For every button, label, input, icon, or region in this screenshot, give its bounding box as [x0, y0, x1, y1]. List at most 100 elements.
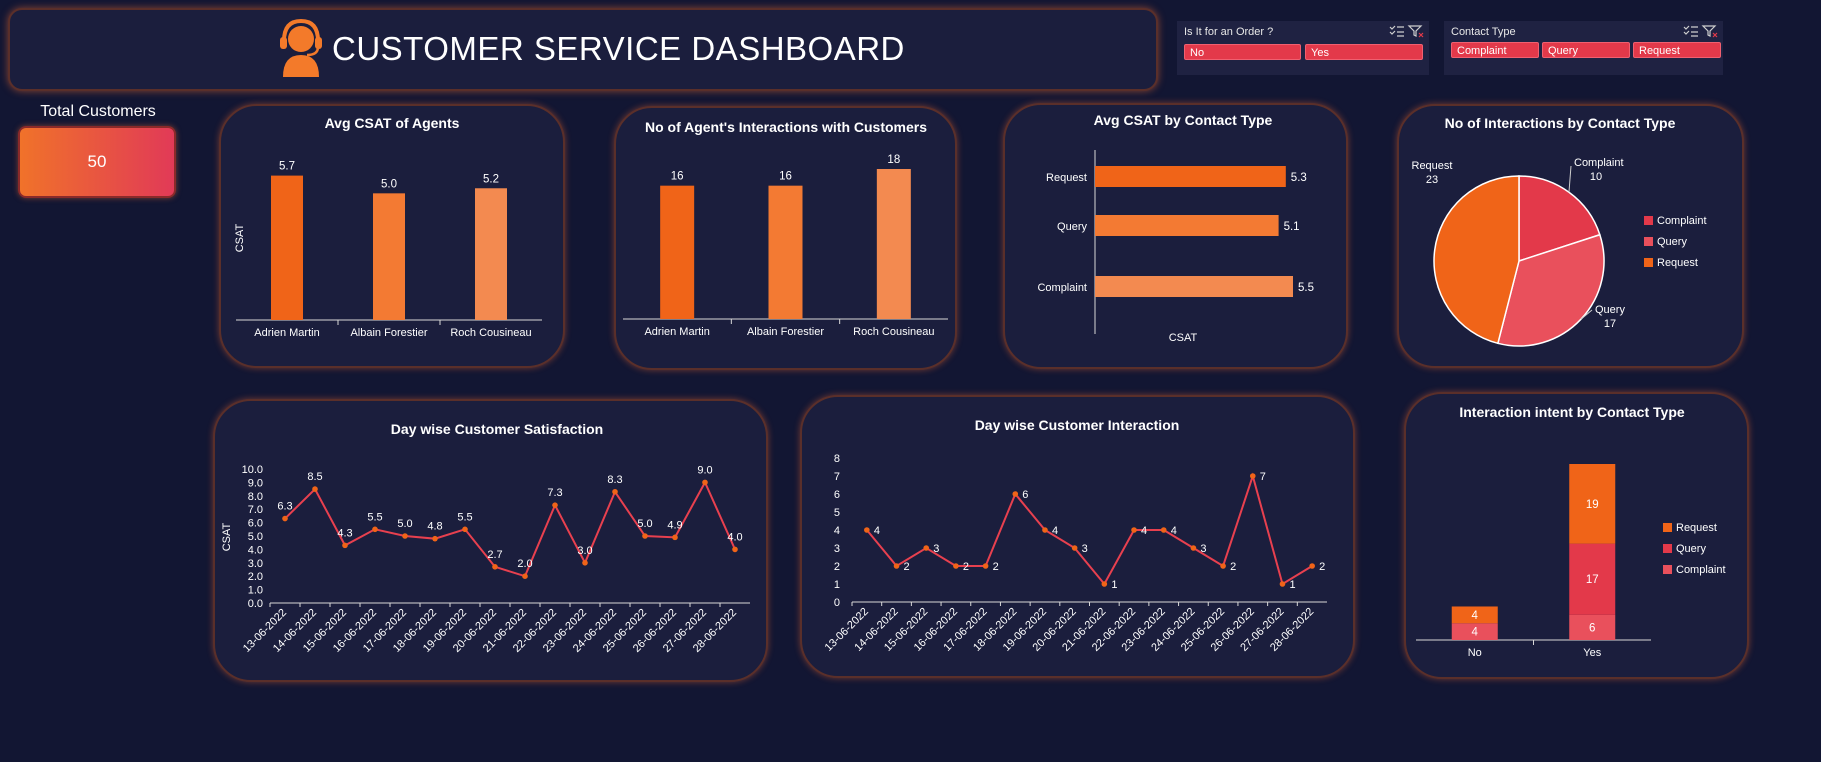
data-point: [642, 533, 648, 539]
data-point: [1071, 545, 1078, 551]
series-line: [866, 472, 1313, 586]
pie-category-label: Complaint: [1574, 157, 1624, 169]
multi-select-icon[interactable]: [1389, 25, 1404, 37]
bar: [876, 169, 911, 319]
clear-filter-icon[interactable]: [1701, 25, 1718, 38]
data-label: 5.5: [1298, 282, 1314, 294]
data-label: 3: [1082, 543, 1088, 555]
data-label: 2.0: [517, 558, 532, 570]
bar: [1095, 276, 1293, 297]
y-tick-label: Complaint: [1037, 282, 1087, 294]
slicer-contact-type: Contact Type Complaint Query Request: [1444, 21, 1723, 75]
legend-label: Query: [1676, 543, 1706, 555]
data-label: 6: [1589, 622, 1595, 634]
data-point: [732, 546, 738, 553]
data-label: 5.7: [279, 161, 295, 173]
y-tick-label: 5: [834, 507, 840, 519]
slicer-title: Contact Type: [1451, 26, 1516, 38]
x-tick-label: Yes: [1583, 647, 1601, 659]
y-axis-label: CSAT: [234, 223, 246, 252]
data-point: [1279, 581, 1286, 587]
data-label: 2.7: [487, 549, 502, 561]
x-tick-label: Albain Forestier: [350, 327, 427, 339]
data-label: 5.0: [637, 518, 652, 530]
data-label: 2: [963, 561, 969, 573]
y-tick-label: 9.0: [248, 477, 263, 489]
chart-svg: Avg CSAT of Agents CSAT 5.7 Adrien Martin 5.…: [234, 115, 542, 339]
slicer-is-for-order: Is It for an Order ? No Yes: [1177, 21, 1429, 75]
page-title: CUSTOMER SERVICE DASHBOARD: [332, 30, 905, 67]
data-point: [282, 515, 288, 522]
slicer-title: Is It for an Order ?: [1184, 26, 1274, 38]
chart-card-day-csat: Day wise Customer Satisfaction CSAT 0.0 1.0…: [213, 399, 768, 682]
data-label: 5.2: [483, 173, 499, 185]
data-label: 5.5: [367, 511, 382, 523]
data-point: [582, 560, 588, 566]
y-axis-label: CSAT: [221, 522, 233, 551]
data-point: [402, 533, 408, 539]
slicer-item-yes[interactable]: Yes: [1305, 44, 1423, 60]
data-label: 3: [933, 543, 939, 555]
data-point: [982, 563, 989, 569]
legend-swatch: [1663, 523, 1672, 532]
data-label: 3: [1200, 543, 1206, 555]
multi-select-icon[interactable]: [1683, 25, 1698, 37]
bar: [1095, 215, 1279, 236]
slicer-item-complaint[interactable]: Complaint: [1451, 42, 1539, 58]
data-label: 3.0: [577, 545, 592, 557]
clear-filter-icon[interactable]: [1407, 25, 1424, 38]
slicer-item-no[interactable]: No: [1184, 44, 1301, 60]
legend-swatch: [1644, 216, 1653, 225]
data-point: [893, 563, 900, 569]
slicer-toolbar: [1389, 25, 1424, 38]
data-point: [672, 534, 678, 541]
legend-label: Request: [1676, 522, 1717, 534]
slicer-item-query[interactable]: Query: [1542, 42, 1630, 58]
data-label: 4: [1141, 525, 1147, 537]
data-label: 5.3: [1291, 172, 1307, 184]
bar: [768, 185, 803, 319]
slicer-item-request[interactable]: Request: [1633, 42, 1721, 58]
data-point: [612, 488, 618, 495]
data-label: 18: [887, 154, 900, 166]
legend-swatch: [1644, 237, 1653, 246]
y-tick-label: 7: [834, 471, 840, 483]
legend-label: Complaint: [1676, 564, 1726, 576]
bar: [660, 185, 695, 319]
data-point: [372, 526, 378, 533]
data-point: [1249, 473, 1256, 479]
y-tick-label: 10.0: [242, 464, 263, 476]
data-label: 8.5: [307, 471, 322, 483]
data-label: 6: [1022, 489, 1028, 501]
x-tick-label: No: [1468, 647, 1482, 659]
data-label: 16: [779, 171, 792, 183]
data-label: 2: [904, 561, 910, 573]
x-tick-label: Adrien Martin: [644, 326, 709, 338]
data-label: 4: [1052, 525, 1058, 537]
data-label: 2: [993, 561, 999, 573]
chart-svg: Avg CSAT by Contact Type 5.3 Request 5.1 Que…: [1037, 112, 1314, 344]
chart-card-intent-contact: Interaction intent by Contact Type 4 4 No 6 1…: [1404, 392, 1749, 679]
data-label: 4: [1472, 610, 1479, 622]
chart-card-avg-csat-contact: Avg CSAT by Contact Type 5.3 Request 5.1 Que…: [1003, 103, 1348, 369]
chart-title: No of Agent's Interactions with Customer…: [645, 119, 927, 135]
y-tick-label: Query: [1057, 221, 1087, 233]
y-tick-label: 8: [834, 453, 840, 465]
y-tick-label: 6: [834, 489, 840, 501]
data-point: [552, 502, 558, 508]
data-label: 4.3: [337, 527, 352, 539]
pie-category-label: Query: [1595, 304, 1625, 316]
chart-title: Interaction intent by Contact Type: [1459, 404, 1685, 420]
y-tick-label: Request: [1046, 172, 1087, 184]
data-label: 4.0: [727, 531, 742, 543]
data-point: [492, 564, 498, 570]
data-point: [432, 535, 438, 542]
data-label: 5.0: [381, 178, 397, 190]
bar: [373, 193, 405, 320]
data-label: 4: [874, 525, 880, 537]
data-label: 9.0: [697, 464, 712, 476]
data-label: 6.3: [277, 501, 292, 513]
y-tick-label: 0.0: [248, 598, 263, 610]
data-point: [1042, 527, 1048, 533]
data-label: 5.0: [397, 518, 412, 530]
